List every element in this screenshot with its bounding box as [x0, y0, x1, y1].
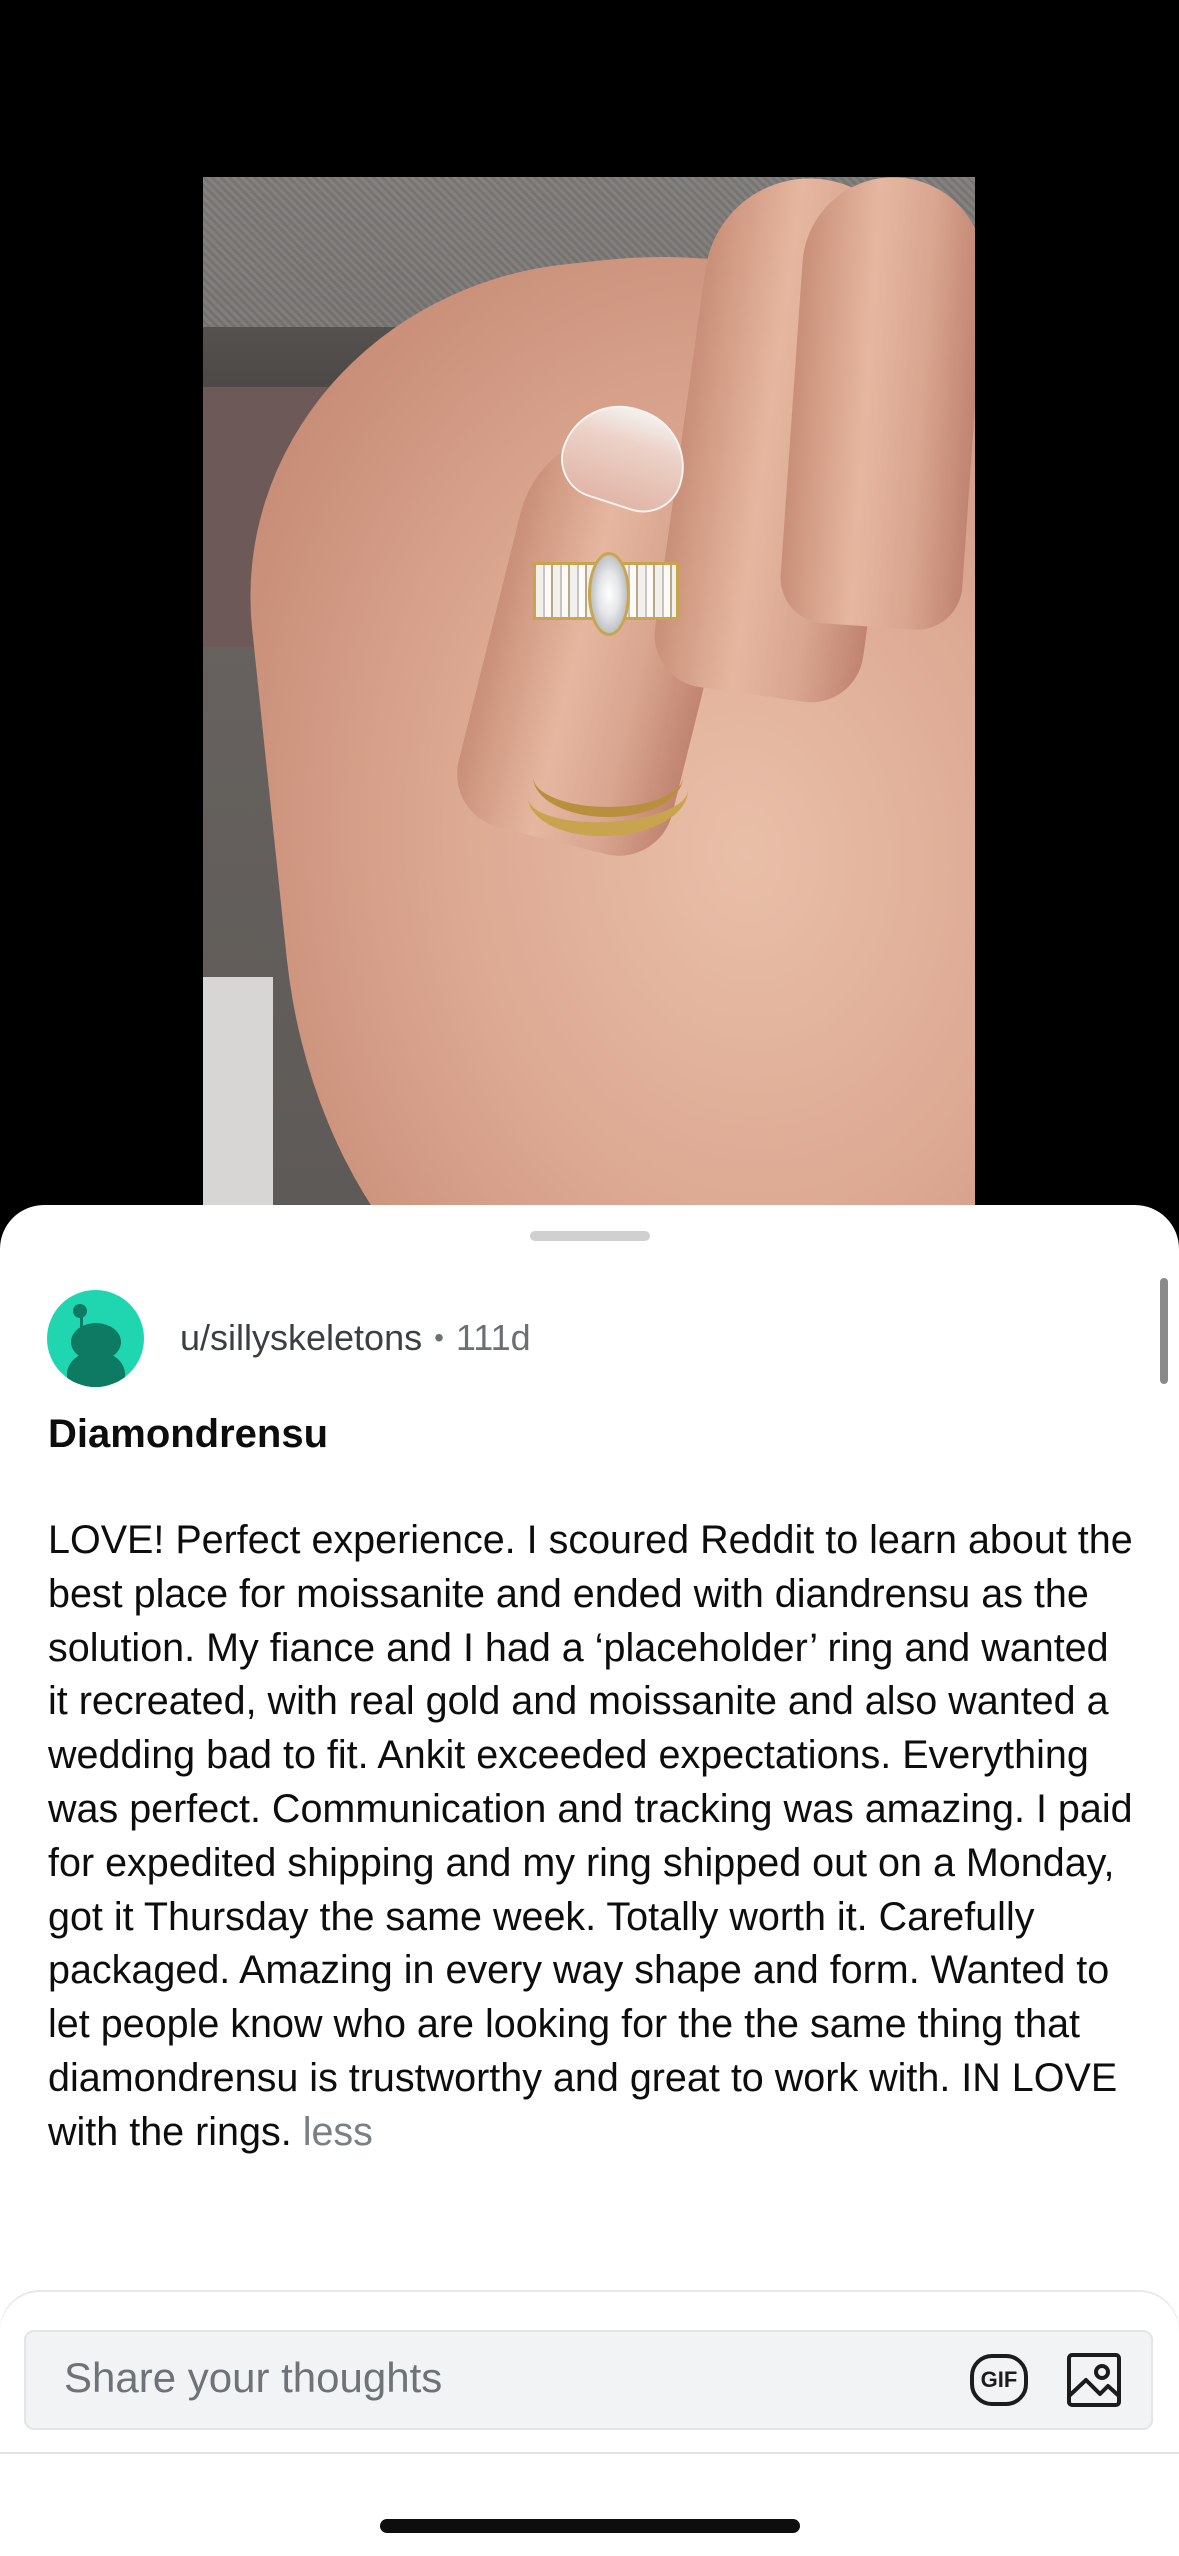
post-image[interactable]: [203, 177, 975, 1207]
image-icon[interactable]: [1066, 2352, 1122, 2408]
photo-finger-index: [777, 177, 975, 633]
gif-label: GIF: [980, 2367, 1018, 2392]
comment-placeholder: Share your thoughts: [64, 2354, 443, 2401]
post-meta: u/sillyskeletons • 111d: [180, 1316, 531, 1360]
post-body: LOVE! Perfect experience. I scoured Redd…: [48, 1514, 1138, 2160]
less-link[interactable]: less: [303, 2110, 373, 2154]
avatar-body: [67, 1352, 125, 1387]
post-age: 111d: [455, 1317, 531, 1358]
composer-divider: [0, 2452, 1179, 2454]
gif-icon[interactable]: GIF: [970, 2354, 1028, 2406]
meta-separator: •: [434, 1322, 444, 1353]
username-link[interactable]: u/sillyskeletons: [180, 1317, 422, 1359]
scrollbar[interactable]: [1160, 1278, 1168, 1384]
home-indicator[interactable]: [380, 2519, 800, 2533]
post-body-text: LOVE! Perfect experience. I scoured Redd…: [48, 1518, 1133, 2154]
sheet-grabber[interactable]: [530, 1231, 650, 1241]
post-title: Diamondrensu: [48, 1412, 329, 1456]
photo-ring-center-stone: [588, 552, 630, 636]
image-icon-svg: [1067, 2353, 1121, 2407]
photo-background-object: [203, 977, 273, 1207]
avatar[interactable]: [47, 1290, 144, 1387]
